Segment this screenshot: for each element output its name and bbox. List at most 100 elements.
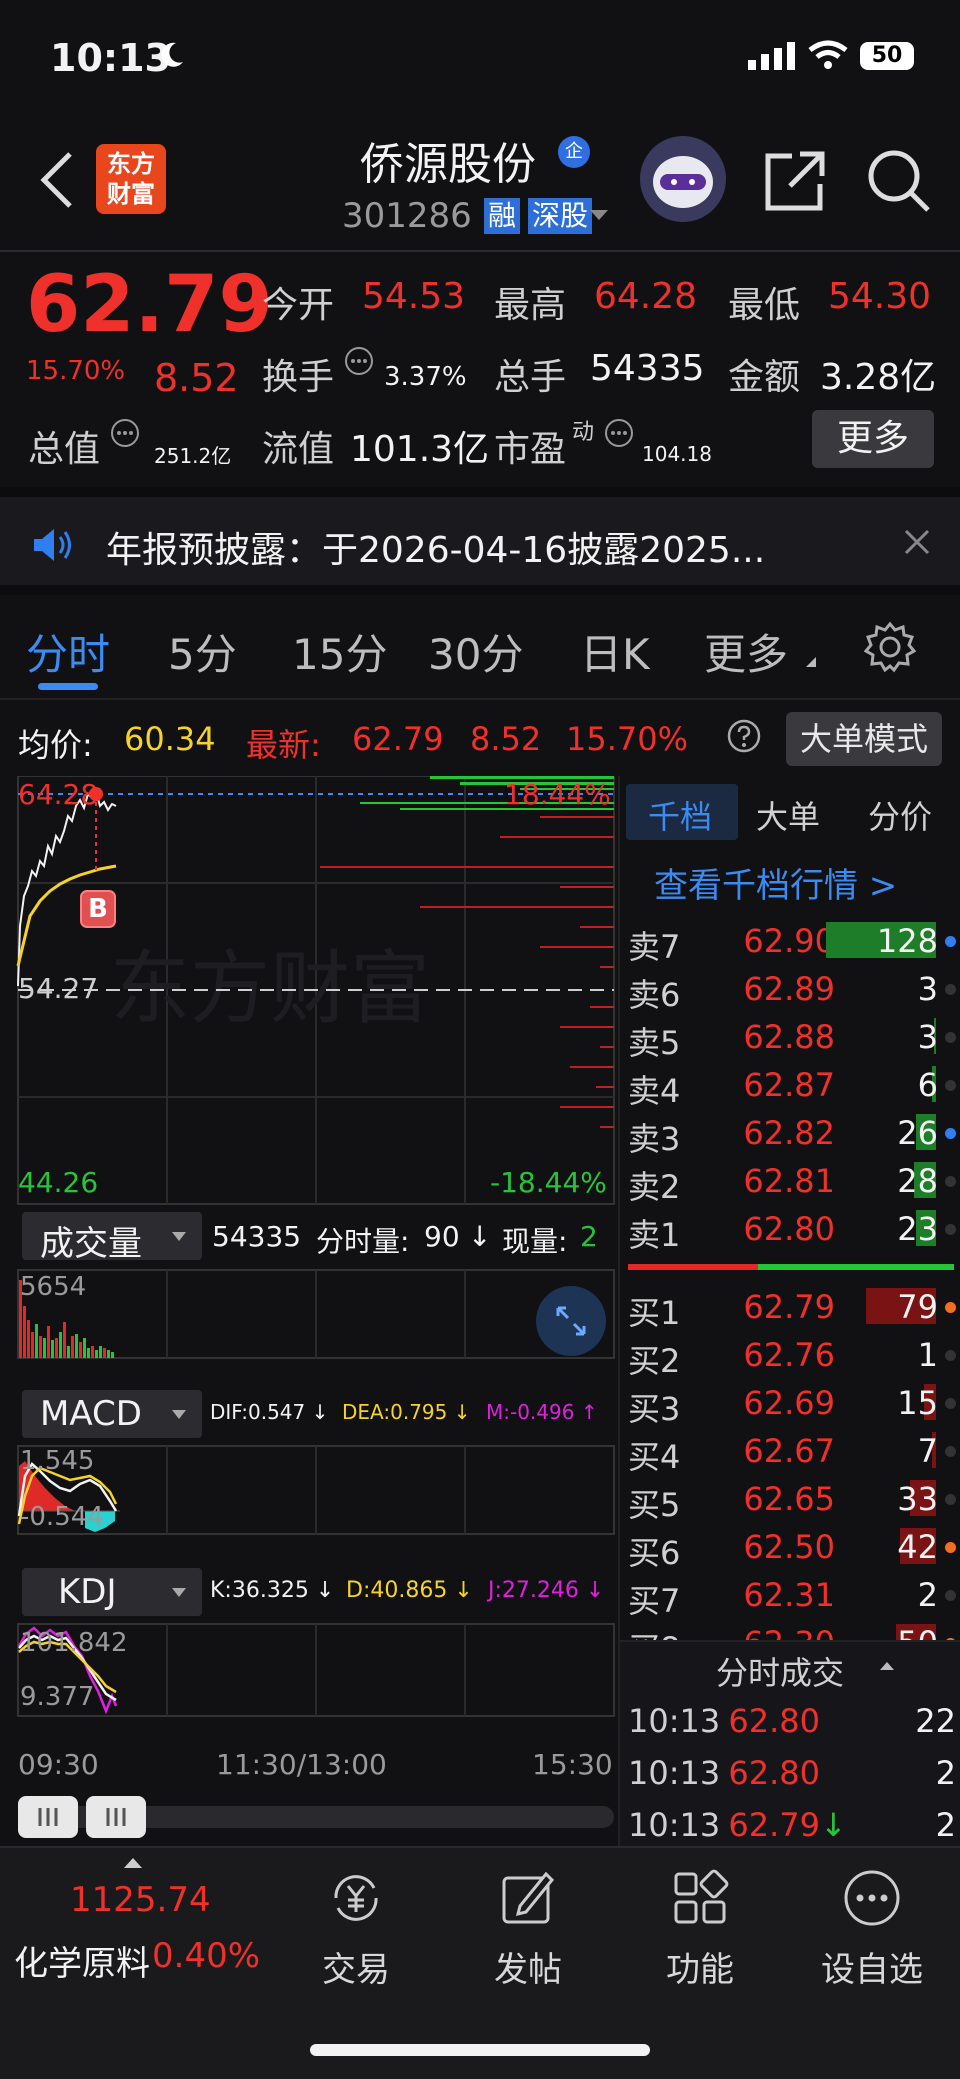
active-tab-indicator	[38, 683, 98, 690]
nav-trade[interactable]: 交易	[276, 1868, 436, 1991]
expand-icon[interactable]	[536, 1286, 606, 1356]
kdj-indicator-select[interactable]: KDJ	[22, 1568, 202, 1616]
home-indicator	[310, 2044, 650, 2056]
search-icon[interactable]	[866, 148, 932, 218]
kdj-k: K:36.325 ↓	[210, 1578, 335, 1603]
app-logo[interactable]: 东方 财富	[96, 144, 166, 214]
ask-row[interactable]: 卖7 62.90 128	[620, 916, 960, 966]
market-dropdown-icon[interactable]	[590, 210, 608, 220]
order-dot-icon	[945, 1302, 956, 1313]
volume-indicator-select[interactable]: 成交量	[22, 1212, 202, 1264]
battery-icon: 50	[860, 42, 914, 70]
macd-indicator-select[interactable]: MACD	[22, 1390, 202, 1438]
bid-row[interactable]: 买4 62.67 7	[620, 1426, 960, 1476]
ask-volume: 6	[917, 1066, 938, 1104]
settings-icon[interactable]	[863, 621, 917, 677]
ask-row[interactable]: 卖3 62.82 26	[620, 1108, 960, 1158]
ask-price: 62.80	[743, 1210, 835, 1248]
scroll-handle-right[interactable]	[86, 1796, 146, 1838]
bid-row[interactable]: 买1 62.79 79	[620, 1282, 960, 1332]
intraday-chart-area[interactable]: 东方财富 64.28 18.44% 54.27 44.26 -18.44% B …	[0, 776, 618, 1846]
index-pct: 0.40%	[152, 1936, 261, 1976]
sector-index[interactable]: 1125.74 化学原料 0.40%	[0, 1848, 260, 1998]
bid-label: 买7	[628, 1582, 681, 1620]
bid-row[interactable]: 买7 62.31 2	[620, 1570, 960, 1620]
info-icon[interactable]	[604, 418, 634, 452]
volume-value: 54335	[590, 348, 705, 389]
tab-minute[interactable]: 分时	[26, 621, 110, 682]
tab-more[interactable]: 更多	[704, 621, 788, 682]
tab-30min[interactable]: 30分	[428, 621, 523, 682]
grid-icon	[670, 1868, 730, 1928]
amount-label: 金额	[728, 357, 801, 398]
ask-volume: 28	[897, 1162, 938, 1200]
ask-row[interactable]: 卖5 62.88 3	[620, 1012, 960, 1062]
pe-label: 市盈	[494, 429, 567, 470]
chevron-up-icon[interactable]	[880, 1662, 894, 1670]
mktcap-label: 总值	[28, 429, 101, 470]
book-divider-red	[628, 1264, 758, 1270]
ask-row[interactable]: 卖4 62.87 6	[620, 1060, 960, 1110]
trade-volume: 2	[935, 1754, 956, 1792]
chevron-down-icon	[172, 1232, 186, 1241]
latest-label: 最新:	[246, 726, 321, 764]
macd-axis-max: 1.545	[20, 1446, 95, 1476]
trade-row: 10:13 62.80 2	[620, 1748, 960, 1796]
order-dot-icon	[945, 1542, 956, 1553]
tab-daily[interactable]: 日K	[580, 621, 650, 682]
ask-row[interactable]: 卖1 62.80 23	[620, 1204, 960, 1254]
bid-volume: 1	[917, 1336, 938, 1374]
bid-row[interactable]: 买3 62.69 15	[620, 1378, 960, 1428]
tab-5min[interactable]: 5分	[168, 621, 237, 682]
more-button[interactable]: 更多	[812, 410, 934, 468]
macd-m-text: M:-0.496	[486, 1400, 575, 1424]
macd-dif: DIF:0.547 ↓	[210, 1400, 329, 1424]
nav-add-watchlist[interactable]: 设自选	[792, 1868, 952, 1991]
order-dot-icon	[945, 1080, 956, 1091]
back-button[interactable]	[36, 150, 76, 214]
share-icon[interactable]	[764, 150, 826, 216]
order-dot-icon	[945, 936, 956, 947]
change-percent: 15.70%	[26, 356, 126, 386]
low-value: 54.30	[828, 276, 932, 317]
bid-row[interactable]: 买2 62.76 1	[620, 1330, 960, 1380]
notice-bar[interactable]: 年报预披露：于2026-04-16披露2025...	[0, 487, 960, 595]
help-icon[interactable]	[726, 718, 762, 758]
chart-watermark: 东方财富	[110, 942, 430, 1035]
ask-row[interactable]: 卖2 62.81 28	[620, 1156, 960, 1206]
scroll-handle-left[interactable]	[18, 1796, 78, 1838]
ask-row[interactable]: 卖6 62.89 3	[620, 964, 960, 1014]
bid-row[interactable]: 买6 62.50 42	[620, 1522, 960, 1572]
amount-value: 3.28亿	[820, 357, 937, 398]
assistant-avatar[interactable]	[640, 136, 726, 222]
nav-add-watchlist-label: 设自选	[821, 1950, 923, 1990]
kdj-k-text: K:36.325	[210, 1578, 309, 1603]
book-tab-bigorder[interactable]: 大单	[756, 792, 820, 838]
bid-price: 62.31	[743, 1576, 835, 1614]
view-depth-link[interactable]: 查看千档行情 >	[654, 858, 897, 907]
bid-row[interactable]: 买5 62.65 33	[620, 1474, 960, 1524]
tab-15min[interactable]: 15分	[292, 621, 387, 682]
info-icon[interactable]	[344, 346, 374, 380]
bid-price: 62.50	[743, 1528, 835, 1566]
bid-volume: 79	[897, 1288, 938, 1326]
ask-label: 卖3	[628, 1120, 681, 1158]
book-tab-depth[interactable]: 千档	[626, 784, 738, 840]
speaker-icon	[32, 527, 76, 567]
book-tab-depth-label: 千档	[648, 798, 713, 836]
time-axis-mid: 11:30/13:00	[216, 1748, 387, 1781]
info-icon[interactable]	[110, 418, 140, 452]
book-tab-price[interactable]: 分价	[868, 792, 932, 838]
nav-post[interactable]: 发帖	[448, 1868, 608, 1991]
bid-row-clipped[interactable]: 买8 62.30 50	[620, 1618, 960, 1640]
trades-title[interactable]: 分时成交	[716, 1648, 844, 1694]
trade-row: 10:13 62.79 ↓ 2	[620, 1800, 960, 1848]
float-label: 流值	[262, 429, 335, 470]
buy-marker[interactable]: B	[80, 890, 116, 928]
mktcap-value: 251.2亿	[154, 444, 232, 468]
more-circle-icon	[842, 1868, 902, 1928]
nav-functions[interactable]: 功能	[620, 1868, 780, 1991]
latest-value: 62.79	[352, 720, 444, 758]
close-icon[interactable]	[902, 527, 932, 561]
big-order-mode-button[interactable]: 大单模式	[786, 712, 942, 766]
